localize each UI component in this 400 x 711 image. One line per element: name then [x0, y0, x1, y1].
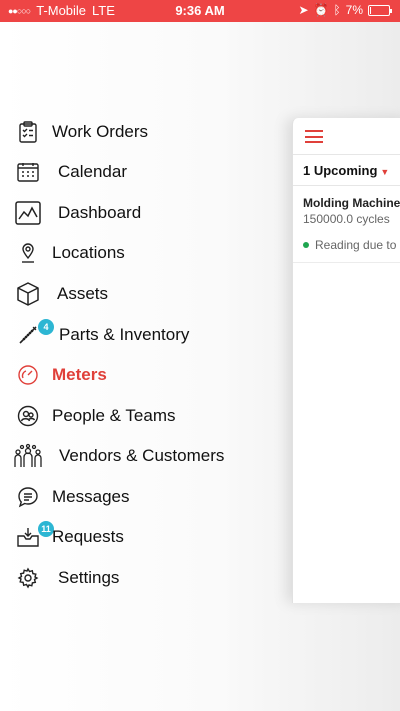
meter-status: Reading due to [315, 238, 397, 252]
menu-label: Dashboard [58, 203, 142, 222]
menu-item-requests[interactable]: 11 Requests [0, 519, 280, 555]
meter-value: 150000.0 cycles [303, 212, 390, 226]
menu-label: Settings [58, 568, 120, 587]
cube-icon [14, 281, 42, 307]
menu-label: Assets [57, 284, 109, 303]
people-icon [14, 403, 42, 429]
chart-icon [14, 200, 42, 226]
screw-icon: 4 [14, 319, 54, 348]
upcoming-filter-label: 1 Upcoming [303, 163, 378, 178]
menu-item-meters[interactable]: Meters [0, 357, 280, 393]
menu-label: Work Orders [52, 122, 149, 141]
location-arrow-icon: ➤ [298, 3, 309, 17]
group-icon [14, 443, 42, 469]
bluetooth-icon: ᛒ [333, 3, 341, 17]
status-dot-icon [303, 242, 309, 248]
menu-item-settings[interactable]: Settings [0, 560, 280, 596]
menu-label: Locations [52, 243, 125, 262]
battery-icon [368, 4, 392, 16]
parts-badge: 4 [38, 319, 54, 335]
status-bar: ●●○○○ T-Mobile LTE 9:36 AM ➤ ⏰ ᛒ 7% [0, 0, 400, 22]
menu-label: People & Teams [52, 406, 176, 425]
calendar-icon [14, 159, 42, 185]
preview-top-bar [293, 118, 400, 155]
alarm-icon: ⏰ [313, 3, 329, 17]
menu-item-vendors-customers[interactable]: Vendors & Customers [0, 438, 280, 474]
upcoming-filter[interactable]: 1 Upcoming ▼ [303, 163, 389, 178]
menu-item-parts-inventory[interactable]: 4 Parts & Inventory [0, 317, 280, 353]
battery-percent: 7% [345, 3, 363, 17]
menu-label: Requests [52, 527, 124, 546]
menu-item-locations[interactable]: Locations [0, 235, 280, 271]
menu-label: Vendors & Customers [59, 446, 225, 465]
menu-item-work-orders[interactable]: Work Orders [0, 114, 280, 150]
gear-icon [14, 565, 42, 591]
menu-label: Messages [52, 487, 130, 506]
divider [293, 262, 400, 263]
meters-screen-preview[interactable]: 1 Upcoming ▼ Molding Machine 150000.0 cyc… [292, 118, 400, 603]
menu-label: Calendar [58, 162, 127, 181]
gauge-icon [14, 362, 42, 388]
menu-item-calendar[interactable]: Calendar [0, 154, 280, 190]
menu-item-people-teams[interactable]: People & Teams [0, 398, 280, 434]
caret-down-icon: ▼ [380, 167, 390, 177]
menu-label: Meters [52, 365, 107, 384]
meter-name: Molding Machine [303, 196, 400, 210]
menu-item-messages[interactable]: Messages [0, 479, 280, 515]
menu-item-dashboard[interactable]: Dashboard [0, 195, 280, 231]
menu-item-assets[interactable]: Assets [0, 276, 280, 312]
location-pin-icon [14, 240, 42, 266]
menu-label: Parts & Inventory [59, 325, 190, 344]
chat-bubble-icon [14, 484, 42, 510]
hamburger-menu-icon[interactable] [305, 130, 323, 143]
inbox-icon: 11 [14, 521, 54, 550]
clipboard-checklist-icon [14, 119, 42, 145]
divider [293, 185, 400, 186]
